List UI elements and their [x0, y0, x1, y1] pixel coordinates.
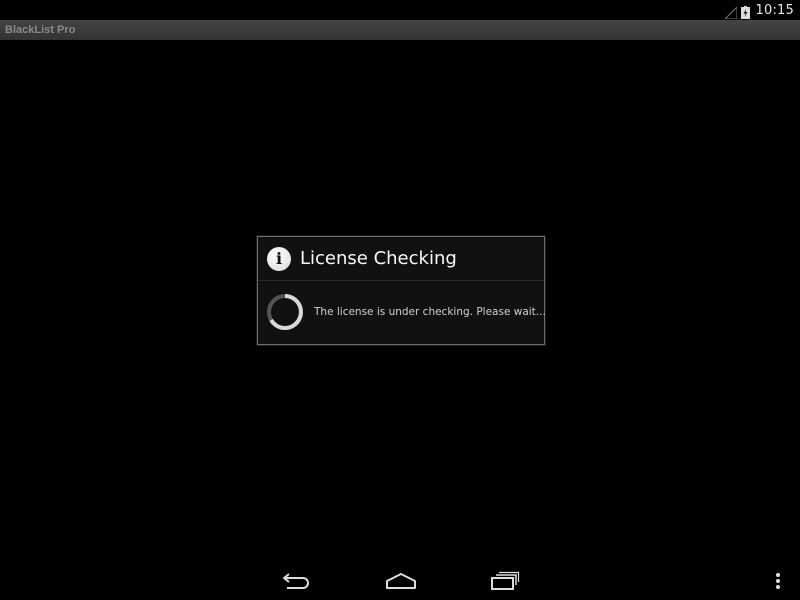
- title-bar: BlackList Pro: [0, 20, 800, 40]
- battery-icon: [740, 4, 750, 19]
- screen: 10:15 BlackList Pro i License Checking T…: [0, 0, 800, 600]
- back-icon[interactable]: [278, 568, 316, 594]
- dialog-header: i License Checking: [258, 237, 544, 281]
- progress-spinner-icon: [266, 293, 304, 331]
- app-title: BlackList Pro: [5, 24, 76, 36]
- dialog-body: The license is under checking. Please wa…: [258, 281, 546, 343]
- dialog-title: License Checking: [300, 248, 457, 269]
- recents-icon[interactable]: [487, 568, 523, 594]
- license-dialog: i License Checking The license is under …: [257, 236, 546, 345]
- status-clock: 10:15: [755, 2, 794, 18]
- status-bar: 10:15: [0, 0, 800, 20]
- dialog-message: The license is under checking. Please wa…: [314, 306, 546, 318]
- navigation-bar: [0, 560, 800, 600]
- signal-icon: [723, 4, 738, 20]
- home-icon[interactable]: [382, 568, 420, 594]
- overflow-menu-icon[interactable]: [770, 568, 786, 594]
- info-icon: i: [267, 246, 291, 271]
